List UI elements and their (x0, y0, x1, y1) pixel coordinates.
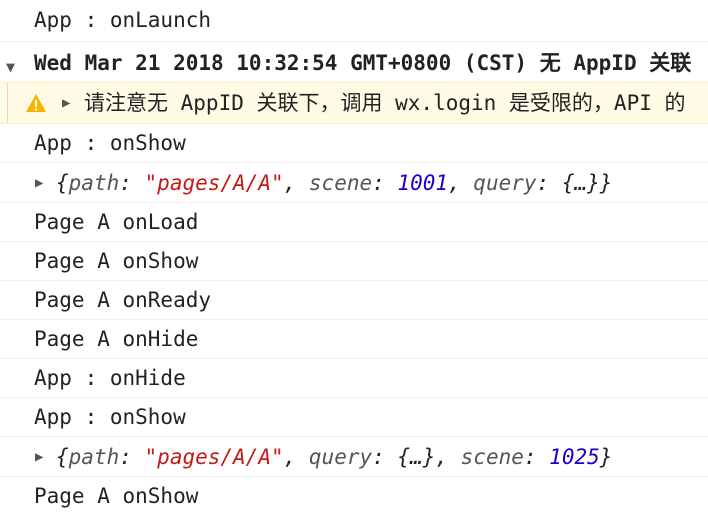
console-log-row: App : onHide (0, 359, 708, 398)
object-value: {…} (561, 171, 600, 195)
console-object-row[interactable]: ▶ {path: "pages/A/A", query: {…}, scene:… (0, 437, 708, 477)
triangle-right-icon[interactable]: ▶ (35, 437, 43, 476)
triangle-right-icon[interactable]: ▶ (35, 163, 43, 202)
console-log-row: Page A onShow (0, 242, 708, 281)
log-text: Page A onLoad (34, 210, 199, 234)
console-log-row: Page A onLoad (0, 203, 708, 242)
object-key: query (473, 171, 537, 195)
object-number-value: 1025 (549, 445, 600, 469)
log-text: App : onHide (34, 366, 186, 390)
log-text: App : onShow (34, 131, 186, 155)
object-key: scene (308, 171, 373, 195)
group-header-text: Wed Mar 21 2018 10:32:54 GMT+0800 (CST) … (34, 51, 692, 75)
object-preview[interactable]: {path: "pages/A/A", query: {…}, scene: 1… (34, 445, 612, 469)
warning-text: 请注意无 AppID 关联下，调用 wx.login 是受限的，API 的 (84, 91, 686, 115)
log-text: App : onLaunch (34, 8, 212, 32)
triangle-right-icon[interactable]: ▶ (62, 83, 70, 123)
console-object-row[interactable]: ▶ {path: "pages/A/A", scene: 1001, query… (0, 163, 708, 203)
object-preview[interactable]: {path: "pages/A/A", scene: 1001, query: … (34, 171, 612, 195)
log-text: Page A onHide (34, 327, 199, 351)
warning-icon (26, 94, 46, 112)
object-string-value: "pages/A/A" (144, 445, 284, 469)
object-number-value: 1001 (397, 171, 448, 195)
log-text: Page A onShow (34, 249, 199, 273)
console-log-row: App : onLaunch (0, 0, 708, 42)
console-log-row: Page A onShow (0, 477, 708, 512)
log-text: App : onShow (34, 405, 186, 429)
log-text: Page A onShow (34, 484, 199, 508)
console-log-row: App : onShow (0, 398, 708, 437)
console-group-header[interactable]: ▼ Wed Mar 21 2018 10:32:54 GMT+0800 (CST… (0, 42, 708, 82)
console-log-row: Page A onReady (0, 281, 708, 320)
object-value: {…} (397, 445, 436, 469)
object-key: query (308, 445, 373, 469)
object-key: path (68, 171, 120, 195)
console-log-row: Page A onHide (0, 320, 708, 359)
log-text: Page A onReady (34, 288, 212, 312)
object-string-value: "pages/A/A" (144, 171, 284, 195)
object-key: scene (460, 445, 524, 469)
console-log-row: App : onShow (0, 124, 708, 163)
object-key: path (68, 445, 120, 469)
console-panel: App : onLaunch ▼ Wed Mar 21 2018 10:32:5… (0, 0, 708, 512)
triangle-down-icon[interactable]: ▼ (6, 46, 15, 82)
console-warning-row[interactable]: ▶ 请注意无 AppID 关联下，调用 wx.login 是受限的，API 的 (0, 82, 708, 124)
